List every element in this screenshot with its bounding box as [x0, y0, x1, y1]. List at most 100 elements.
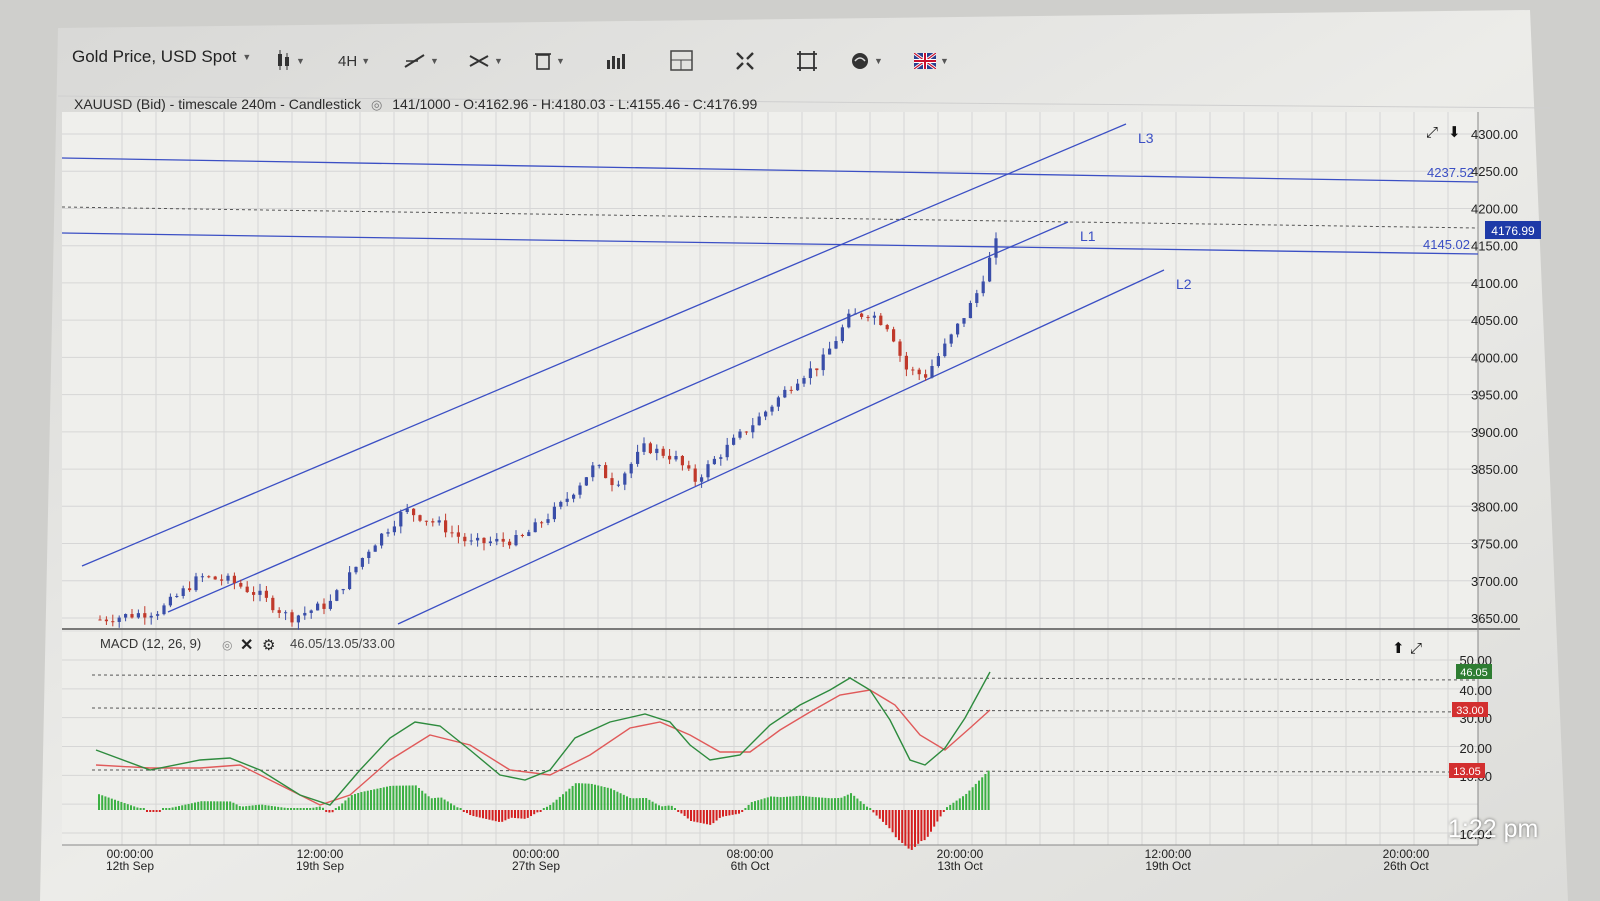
macd-histogram-bar — [370, 790, 372, 810]
candle-body — [444, 520, 448, 533]
macd-histogram-bar — [200, 801, 203, 810]
macd-histogram-bar — [334, 808, 337, 810]
candle-body — [469, 540, 473, 542]
candle-body — [578, 485, 582, 495]
candle-body — [354, 566, 358, 573]
macd-histogram-bar — [267, 805, 270, 810]
macd-histogram-bar — [670, 805, 673, 810]
macd-histogram-bar — [552, 802, 555, 810]
macd-histogram-bar — [850, 793, 852, 810]
candle-body — [872, 315, 876, 318]
status-clock: 1:22 pm — [1448, 815, 1539, 843]
candle-body — [821, 354, 825, 371]
macd-histogram-bar — [174, 806, 177, 810]
macd-histogram-bar — [914, 810, 916, 847]
candle-body — [175, 595, 179, 597]
macd-histogram-bar — [741, 810, 744, 812]
level-label-lower: 4145.02 — [1423, 237, 1470, 252]
current-price-text: 4176.99 — [1491, 224, 1535, 238]
macd-histogram-bar — [101, 795, 104, 810]
macd-histogram-bar — [565, 791, 568, 810]
candle-body — [789, 389, 793, 391]
macd-histogram-bar — [862, 803, 865, 810]
macd-histogram-bar — [702, 810, 705, 824]
candle-body — [488, 541, 492, 544]
macd-histogram-bar — [421, 790, 424, 810]
price-tick-label: 3800.00 — [1471, 499, 1518, 514]
expand-icon[interactable]: ⤢ — [1426, 124, 1439, 141]
macd-settings-gear-icon[interactable]: ⚙ — [262, 637, 275, 654]
macd-histogram-bar — [274, 806, 276, 810]
macd-histogram-bar — [683, 810, 686, 816]
candle-body — [149, 615, 153, 618]
candle-body — [584, 477, 588, 486]
macd-histogram-bar — [830, 798, 833, 810]
macd-eye-icon[interactable]: ◎ — [222, 638, 232, 652]
candle-body — [981, 281, 985, 294]
macd-histogram-bar — [722, 810, 724, 817]
macd-histogram-bar — [661, 806, 664, 810]
candle-body — [700, 477, 704, 482]
macd-histogram-bar — [248, 805, 251, 810]
macd-histogram-bar — [782, 796, 785, 810]
macd-histogram-bar — [363, 791, 366, 810]
macd-value-badge-text: 46.05 — [1460, 667, 1488, 679]
macd-histogram-bar — [875, 810, 878, 816]
macd-remove-icon[interactable]: ✕ — [240, 637, 253, 654]
candle-body — [271, 597, 275, 611]
macd-histogram-bar — [562, 794, 564, 810]
macd-histogram-bar — [194, 802, 196, 810]
chart-area[interactable]: 4300.00 4250.00 4200.00 4150.00 4100.00 4050.… — [0, 0, 1600, 901]
candle-body — [732, 437, 736, 445]
candle-body — [239, 582, 243, 587]
x-tick-date: 27th Sep — [512, 859, 560, 873]
download-icon[interactable]: ⬇ — [1448, 124, 1461, 141]
macd-histogram-bar — [981, 777, 984, 810]
candle-body — [136, 613, 140, 618]
candle-body — [687, 465, 691, 469]
macd-histogram-bar — [920, 810, 923, 842]
macd-histogram-bar — [610, 788, 612, 810]
macd-histogram-bar — [158, 810, 161, 812]
macd-expand-icon[interactable]: ⤢ — [1410, 640, 1423, 657]
candle-body — [463, 536, 467, 542]
candle-body — [213, 576, 217, 580]
macd-histogram-bar — [597, 785, 600, 810]
macd-histogram-bar — [824, 797, 827, 810]
candle-body — [840, 327, 844, 342]
macd-histogram-bar — [856, 798, 859, 810]
macd-histogram-bar — [514, 810, 516, 819]
macd-histogram-bar — [802, 795, 804, 810]
candle-body — [360, 557, 364, 567]
price-tick-label: 3650.00 — [1471, 611, 1518, 626]
candle-body — [764, 411, 768, 417]
macd-histogram-bar — [117, 800, 120, 810]
candle-body — [303, 612, 307, 616]
macd-histogram-bar — [338, 806, 340, 810]
candle-body — [540, 522, 544, 524]
macd-histogram-bar — [277, 806, 280, 810]
macd-histogram-bar — [549, 804, 552, 810]
candle-body — [853, 313, 857, 315]
macd-histogram-bar — [779, 797, 782, 810]
candle-body — [264, 590, 268, 598]
macd-histogram-bar — [946, 807, 948, 810]
macd-move-up-icon[interactable]: ⬆ — [1392, 640, 1405, 657]
candle-body — [309, 610, 313, 613]
candle-body — [514, 535, 518, 546]
candle-body — [604, 465, 608, 479]
price-tick-label: 4000.00 — [1471, 350, 1518, 365]
macd-histogram-bar — [280, 807, 283, 810]
macd-histogram-bar — [571, 785, 574, 810]
macd-histogram-bar — [443, 799, 446, 810]
price-tick-label: 4050.00 — [1471, 313, 1518, 328]
candle-body — [194, 576, 198, 591]
candle-body — [456, 532, 460, 537]
candle-body — [744, 431, 748, 433]
macd-histogram-bar — [654, 803, 657, 810]
macd-histogram-bar — [430, 798, 433, 810]
macd-histogram-bar — [446, 801, 449, 810]
candle-body — [284, 612, 288, 614]
macd-histogram-bar — [453, 805, 456, 810]
macd-histogram-bar — [254, 805, 257, 810]
